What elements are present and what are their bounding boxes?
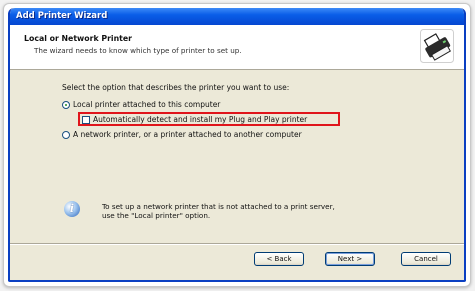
footer-divider bbox=[10, 243, 464, 245]
network-printer-label: A network printer, or a printer attached… bbox=[73, 130, 302, 139]
network-printer-radio[interactable] bbox=[62, 130, 70, 139]
screenshot-frame: Add Printer Wizard Local or Network Prin… bbox=[3, 3, 471, 287]
next-button[interactable]: Next > bbox=[325, 252, 375, 266]
auto-detect-checkbox[interactable] bbox=[82, 115, 90, 124]
auto-detect-label: Automatically detect and install my Plug… bbox=[93, 115, 308, 124]
option-prompt: Select the option that describes the pri… bbox=[62, 83, 290, 92]
info-icon: i bbox=[64, 201, 80, 217]
info-line-1: To set up a network printer that is not … bbox=[102, 202, 335, 211]
info-line-2: use the "Local printer" option. bbox=[102, 211, 211, 220]
header-title: Local or Network Printer bbox=[24, 34, 132, 43]
cancel-button[interactable]: Cancel bbox=[401, 252, 451, 266]
printer-icon bbox=[420, 29, 454, 63]
wizard-window: Add Printer Wizard Local or Network Prin… bbox=[8, 8, 466, 282]
header-subtitle: The wizard needs to know which type of p… bbox=[34, 46, 242, 55]
local-printer-radio[interactable] bbox=[62, 100, 70, 109]
info-note: To set up a network printer that is not … bbox=[102, 202, 335, 220]
back-button[interactable]: < Back bbox=[254, 252, 304, 266]
wizard-content: Select the option that describes the pri… bbox=[10, 70, 464, 242]
wizard-header: Local or Network Printer The wizard need… bbox=[10, 25, 464, 70]
local-printer-label: Local printer attached to this computer bbox=[73, 100, 221, 109]
title-bar[interactable]: Add Printer Wizard bbox=[10, 8, 464, 25]
network-printer-option[interactable]: A network printer, or a printer attached… bbox=[62, 130, 302, 139]
local-printer-option[interactable]: Local printer attached to this computer bbox=[62, 100, 220, 109]
window-title: Add Printer Wizard bbox=[16, 11, 108, 21]
auto-detect-option[interactable]: Automatically detect and install my Plug… bbox=[82, 115, 307, 124]
